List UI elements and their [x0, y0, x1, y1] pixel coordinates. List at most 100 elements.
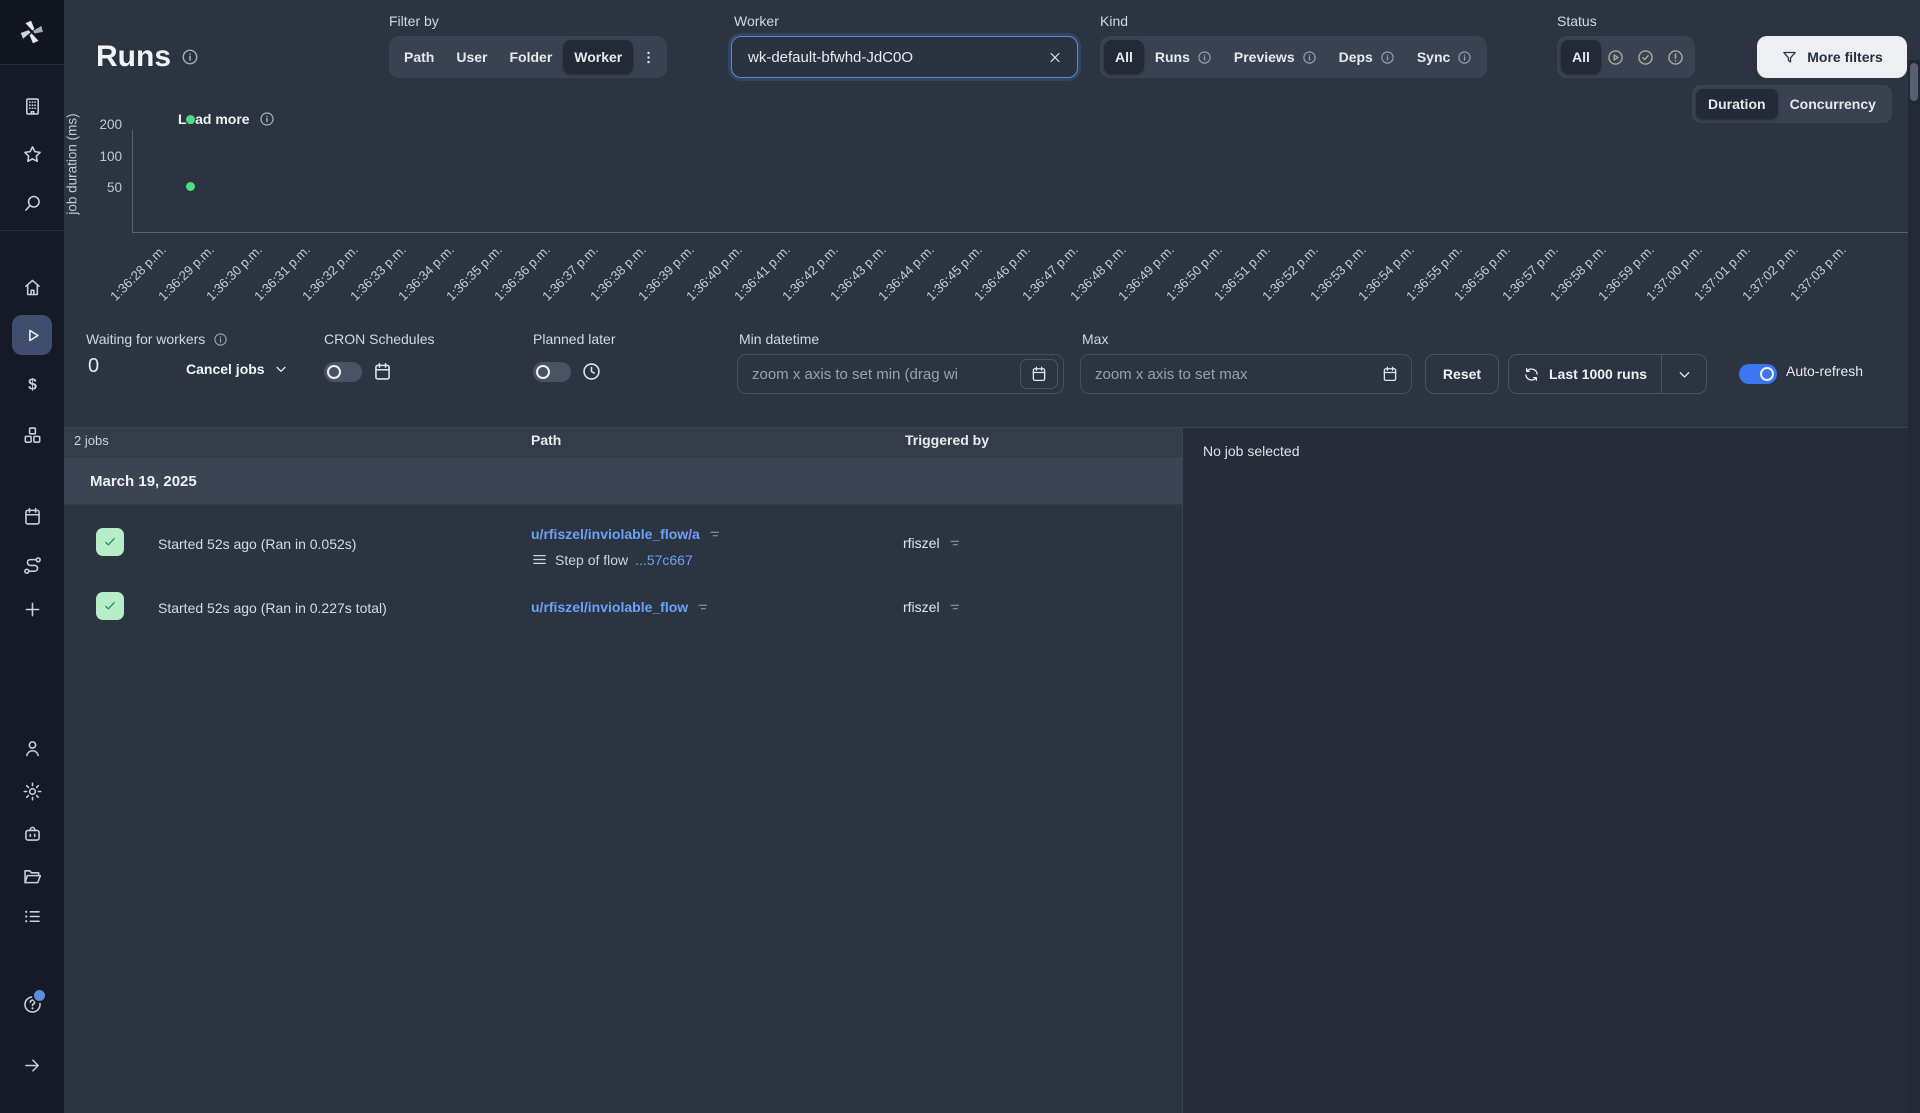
- filter-by-path-icon[interactable]: [708, 527, 722, 541]
- sidebar-item-search[interactable]: [14, 185, 50, 221]
- info-icon[interactable]: [181, 48, 199, 66]
- funnel-icon: [1783, 51, 1797, 63]
- max-datetime-input[interactable]: [1093, 364, 1374, 384]
- chart-view-toggle: Duration Concurrency: [1692, 85, 1892, 123]
- y-axis-tick-label: 50: [106, 180, 122, 195]
- status-tab-running[interactable]: [1601, 40, 1631, 74]
- last-runs-split-button: Last 1000 runs: [1508, 354, 1708, 394]
- subflow-link[interactable]: ...57c667: [635, 552, 693, 568]
- cron-calendar-button[interactable]: [370, 359, 394, 383]
- kind-tab-previews[interactable]: Previews: [1223, 40, 1328, 74]
- min-datetime-calendar-button[interactable]: [1020, 359, 1058, 389]
- table-row[interactable]: Started 52s ago (Ran in 0.227s total) u/…: [64, 575, 1182, 637]
- scrollbar-thumb[interactable]: [1910, 63, 1918, 101]
- search-icon: [24, 195, 40, 211]
- status-success-icon: [1638, 49, 1654, 65]
- kind-tab-runs[interactable]: Runs: [1144, 40, 1223, 74]
- view-tab-concurrency[interactable]: Concurrency: [1778, 89, 1888, 119]
- sidebar-item-workspace[interactable]: [14, 88, 50, 124]
- clear-worker-button[interactable]: [1041, 43, 1069, 71]
- job-duration-point[interactable]: [185, 181, 195, 191]
- max-datetime-calendar-button[interactable]: [1374, 359, 1406, 389]
- sidebar-item-runs[interactable]: [12, 315, 52, 355]
- table-row[interactable]: Started 52s ago (Ran in 0.052s) u/rfisze…: [64, 505, 1182, 575]
- status-tab-failure[interactable]: [1661, 40, 1691, 74]
- kind-tab-deps[interactable]: Deps: [1328, 40, 1406, 74]
- sidebar-item-folders[interactable]: [14, 858, 50, 894]
- job-path-cell: u/rfiszel/inviolable_flow/a: [531, 526, 722, 542]
- info-icon: [259, 112, 274, 126]
- notification-badge: [32, 988, 47, 1003]
- status-tab-success[interactable]: [1631, 40, 1661, 74]
- filter-more-menu[interactable]: [633, 40, 663, 74]
- kind-tab-all[interactable]: All: [1104, 40, 1144, 74]
- runs-page: $ Runs Filter by Path User Folder Worker…: [0, 0, 1920, 1113]
- filter-by-label: Filter by: [389, 13, 439, 29]
- sidebar-item-routes[interactable]: [14, 547, 50, 583]
- date-group-row[interactable]: March 19, 2025: [64, 459, 1182, 505]
- triggered-by-user: rfiszel: [903, 599, 940, 615]
- windmill-logo[interactable]: [0, 0, 64, 65]
- waiting-for-workers-label: Waiting for workers: [86, 331, 206, 347]
- job-detail-panel: No job selected: [1182, 428, 1908, 1113]
- job-path-link[interactable]: u/rfiszel/inviolable_flow/a: [531, 526, 700, 542]
- status-tab-all[interactable]: All: [1561, 40, 1601, 74]
- filter-by-path-icon[interactable]: [696, 600, 710, 614]
- sidebar-item-favorites[interactable]: [14, 136, 50, 172]
- column-header-path: Path: [531, 432, 562, 448]
- filter-tab-user[interactable]: User: [445, 40, 498, 74]
- planned-later-toggle[interactable]: [533, 362, 571, 382]
- job-duration-point[interactable]: [185, 114, 195, 124]
- last-runs-label: Last 1000 runs: [1549, 366, 1648, 382]
- sidebar-item-settings[interactable]: [14, 773, 50, 809]
- kind-tab-sync[interactable]: Sync: [1406, 40, 1483, 74]
- cancel-jobs-button[interactable]: Cancel jobs: [180, 360, 295, 378]
- sidebar-item-schedules[interactable]: [14, 498, 50, 534]
- sidebar-item-collapse[interactable]: [14, 1047, 50, 1083]
- kind-label: Kind: [1100, 13, 1129, 29]
- filter-by-user-icon[interactable]: [948, 600, 962, 614]
- min-datetime-input[interactable]: [750, 364, 1020, 384]
- view-tab-duration[interactable]: Duration: [1696, 89, 1778, 119]
- sidebar-item-home[interactable]: [14, 269, 50, 305]
- job-path-link[interactable]: u/rfiszel/inviolable_flow: [531, 599, 688, 615]
- sidebar-item-add[interactable]: [14, 591, 50, 627]
- sidebar-item-logs[interactable]: [14, 898, 50, 934]
- scrollbar-track[interactable]: [1908, 60, 1920, 1113]
- page-title: Runs: [96, 40, 199, 74]
- kebab-menu-icon: [647, 51, 650, 63]
- sidebar-item-resources[interactable]: [14, 417, 50, 453]
- filter-tab-folder[interactable]: Folder: [498, 40, 563, 74]
- auto-refresh-toggle[interactable]: [1739, 364, 1777, 384]
- sidebar-item-help[interactable]: [14, 986, 50, 1022]
- filter-tab-worker[interactable]: Worker: [563, 40, 634, 74]
- sidebar-item-variables[interactable]: $: [14, 366, 50, 402]
- cancel-jobs-label: Cancel jobs: [186, 361, 265, 377]
- filter-tab-path[interactable]: Path: [393, 40, 445, 74]
- column-header-triggered-by: Triggered by: [905, 432, 990, 448]
- planned-clock-button[interactable]: [579, 359, 603, 383]
- cron-schedules-toggle[interactable]: [324, 362, 362, 382]
- robot-icon: [24, 826, 40, 841]
- sidebar-item-user[interactable]: [14, 730, 50, 766]
- max-datetime-input-wrap: [1080, 354, 1412, 394]
- list-icon: [24, 910, 40, 922]
- worker-input[interactable]: [746, 47, 1041, 67]
- reset-button[interactable]: Reset: [1425, 354, 1499, 394]
- status-success-badge: [96, 528, 124, 556]
- sidebar-item-workers[interactable]: [14, 815, 50, 851]
- more-filters-button[interactable]: More filters: [1757, 36, 1907, 78]
- table-header: [64, 428, 1182, 459]
- flow-steps-icon: [533, 554, 546, 565]
- boxes-icon: [24, 426, 40, 443]
- last-runs-button[interactable]: Last 1000 runs: [1509, 355, 1661, 393]
- job-triggered-cell: rfiszel: [903, 535, 962, 551]
- planned-later-label-wrap: Planned later: [533, 331, 616, 347]
- star-icon: [23, 145, 41, 162]
- status-failure-icon: [1668, 49, 1684, 65]
- info-icon: [214, 332, 227, 346]
- filter-by-user-icon[interactable]: [948, 536, 962, 550]
- svg-text:$: $: [28, 376, 37, 393]
- planned-later-label: Planned later: [533, 331, 616, 347]
- last-runs-dropdown[interactable]: [1662, 355, 1706, 393]
